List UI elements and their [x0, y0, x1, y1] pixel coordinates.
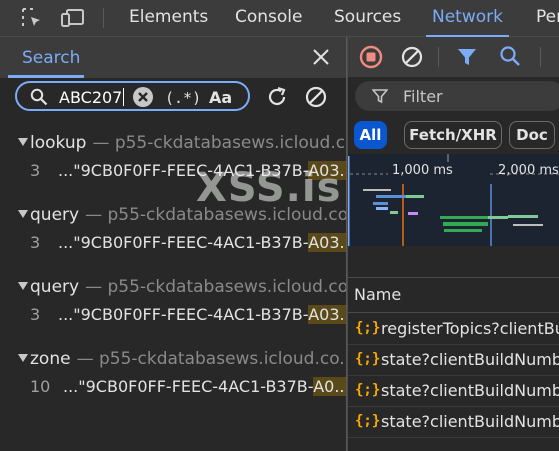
expand-arrow-icon: [18, 138, 28, 146]
tab-console[interactable]: Console: [235, 0, 303, 36]
network-toolbar: [348, 37, 559, 77]
expand-arrow-icon: [18, 282, 28, 290]
name-column-label: Name: [354, 285, 402, 304]
search-tab[interactable]: Search: [22, 48, 80, 68]
search-input[interactable]: ABC207 (.*) Aa: [15, 81, 250, 111]
refresh-icon[interactable]: [265, 85, 289, 109]
script-icon: {;}: [355, 320, 381, 336]
request-name: state?clientBuildNumb: [381, 412, 559, 431]
search-tab-indicator: [8, 75, 84, 78]
device-toolbar-icon[interactable]: [60, 6, 86, 30]
chip-all[interactable]: All: [354, 121, 387, 149]
regex-toggle-button[interactable]: (.*): [165, 89, 201, 107]
record-stop-icon[interactable]: [359, 45, 383, 69]
result-group-zone[interactable]: zone — p55-ckdatabasews.icloud.co...: [18, 349, 356, 369]
chip-doc[interactable]: Doc: [509, 121, 555, 149]
network-panel: Filter All Fetch/XHR Doc 1,000 ms 2,000 …: [347, 37, 559, 451]
search-icon: [30, 88, 48, 106]
result-line[interactable]: 10 ..."9CB0F0FF-FEEC-4AC1-B37B-A0...: [30, 377, 350, 396]
clear-results-icon[interactable]: [304, 85, 328, 109]
result-line-number: 3: [30, 233, 41, 252]
result-group-query[interactable]: query — p55-ckdatabasews.icloud.co...: [18, 277, 364, 297]
devtools-toolbar: Elements Console Sources Network Per: [0, 0, 559, 37]
name-column-header[interactable]: Name: [348, 277, 559, 313]
result-line-text: ..."9CB0F0FF-FEEC-4AC1-B37B-: [58, 305, 309, 324]
result-file-url: — p55-ckdatabasews.icloud.co...: [76, 349, 356, 369]
search-panel: Search ABC207 (.*) Aa lookup — p55-ckdat…: [0, 37, 364, 451]
timeline-tick-label: 1,000 ms: [392, 163, 453, 178]
tab-sources[interactable]: Sources: [334, 0, 401, 36]
script-icon: {;}: [355, 413, 381, 429]
request-row[interactable]: {;} state?clientBuildNumb: [348, 376, 559, 407]
clear-search-icon[interactable]: [132, 86, 154, 108]
script-icon: {;}: [355, 382, 381, 398]
timeline-tick-label: 2,000 ms: [498, 163, 559, 178]
result-file-name: zone: [30, 349, 71, 369]
chip-fetch-xhr[interactable]: Fetch/XHR: [404, 121, 502, 149]
script-icon: {;}: [355, 351, 381, 367]
filter-placeholder: Filter: [403, 87, 443, 106]
expand-arrow-icon: [18, 210, 28, 218]
result-file-name: query: [30, 205, 80, 225]
result-file-name: query: [30, 277, 80, 297]
text-caret: [123, 88, 125, 106]
result-line[interactable]: 3 ..."9CB0F0FF-FEEC-4AC1-B37B-A03...: [30, 305, 355, 324]
search-panel-header: Search: [0, 37, 346, 78]
request-name: state?clientBuildNumb: [381, 350, 559, 369]
search-query: ABC207: [59, 88, 125, 107]
request-name: registerTopics?clientBu: [381, 319, 559, 338]
panel-splitter[interactable]: [346, 37, 347, 451]
expand-arrow-icon: [18, 354, 28, 362]
tab-network[interactable]: Network: [426, 0, 509, 37]
result-match-highlight: A0...: [313, 377, 350, 396]
clear-network-log-icon[interactable]: [400, 45, 424, 69]
result-line-text: ..."9CB0F0FF-FEEC-4AC1-B37B-: [63, 377, 314, 396]
request-name: state?clientBuildNumb: [381, 381, 559, 400]
result-line-number: 3: [30, 161, 41, 180]
result-line-number: 3: [30, 305, 41, 324]
tab-performance[interactable]: Per: [536, 0, 559, 36]
filter-input[interactable]: Filter: [355, 81, 559, 111]
result-line-number: 10: [30, 377, 51, 396]
request-row[interactable]: {;} state?clientBuildNumb: [348, 407, 559, 438]
tab-elements[interactable]: Elements: [129, 0, 208, 36]
search-query-text: ABC207: [59, 88, 123, 107]
close-icon[interactable]: [311, 47, 331, 67]
inspect-element-icon[interactable]: [20, 6, 44, 30]
request-row[interactable]: {;} registerTopics?clientBu: [348, 314, 559, 345]
result-file-url: — p55-ckdatabasews.icloud.c...: [92, 133, 362, 153]
result-file-url: — p55-ckdatabasews.icloud.co...: [85, 277, 365, 297]
toolbar-divider: [540, 47, 541, 67]
toolbar-divider: [438, 47, 439, 67]
toolbar-divider: [103, 8, 104, 28]
result-line[interactable]: 3 ..."9CB0F0FF-FEEC-4AC1-B37B-A03...: [30, 233, 355, 252]
filter-icon: [372, 88, 388, 104]
request-row[interactable]: {;} state?clientBuildNumb: [348, 345, 559, 376]
result-group-lookup[interactable]: lookup — p55-ckdatabasews.icloud.c...: [18, 133, 361, 153]
filter-icon[interactable]: [456, 46, 478, 68]
result-line-text: ..."9CB0F0FF-FEEC-4AC1-B37B-: [58, 233, 309, 252]
result-file-name: lookup: [30, 133, 87, 153]
search-icon[interactable]: [499, 45, 521, 67]
match-case-button[interactable]: Aa: [209, 88, 232, 107]
watermark: XSS.is: [196, 165, 342, 211]
